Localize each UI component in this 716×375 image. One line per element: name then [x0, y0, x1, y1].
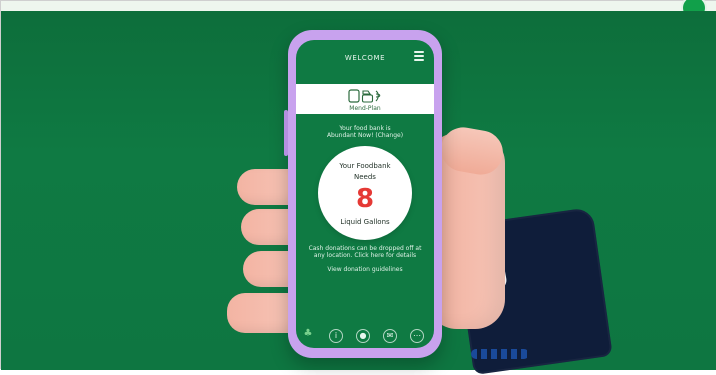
needs-title-line2: Needs	[354, 173, 376, 181]
microphone-icon[interactable]: ●	[356, 329, 370, 343]
logo-icon	[348, 89, 381, 103]
clover-icon-glyph: ♣	[303, 328, 313, 339]
foodbank-status[interactable]: Your food bank is Abundant Now! (Change)	[306, 125, 424, 139]
sleeve-pattern	[471, 349, 529, 359]
more-icon-glyph: ⋯	[413, 331, 421, 340]
donation-hint[interactable]: Cash donations can be dropped off at any…	[306, 245, 424, 259]
needs-number: 8	[355, 184, 375, 214]
chat-icon-glyph: ✉	[386, 331, 394, 340]
info-icon[interactable]: i	[329, 329, 343, 343]
clover-icon[interactable]: ♣	[302, 328, 316, 343]
phone-side-button	[284, 110, 288, 156]
needs-title-line1: Your Foodbank	[339, 162, 391, 170]
logo-card: Mend-Plan	[296, 84, 434, 114]
phone-device: WELCOME Mend-Plan Your food bank is Abun…	[284, 30, 442, 358]
phone-screen: WELCOME Mend-Plan Your food bank is Abun…	[296, 40, 434, 348]
needs-card: Your Foodbank Needs 8 Liquid Gallons	[318, 146, 412, 240]
needs-units: Liquid Gallons	[340, 218, 390, 226]
logo-text: Mend-Plan	[349, 105, 381, 112]
donation-guidelines-link[interactable]: View donation guidelines	[306, 266, 424, 273]
chat-icon[interactable]: ✉	[383, 329, 397, 343]
microphone-icon-glyph: ●	[359, 331, 367, 340]
bottom-navbar: ♣ i ● ✉ ⋯	[296, 326, 434, 348]
hamburger-menu-icon[interactable]	[414, 51, 424, 61]
app-frame: WELCOME Mend-Plan Your food bank is Abun…	[0, 0, 716, 375]
more-icon[interactable]: ⋯	[410, 329, 424, 343]
hero-scene: WELCOME Mend-Plan Your food bank is Abun…	[1, 11, 716, 375]
info-icon-glyph: i	[334, 331, 338, 340]
